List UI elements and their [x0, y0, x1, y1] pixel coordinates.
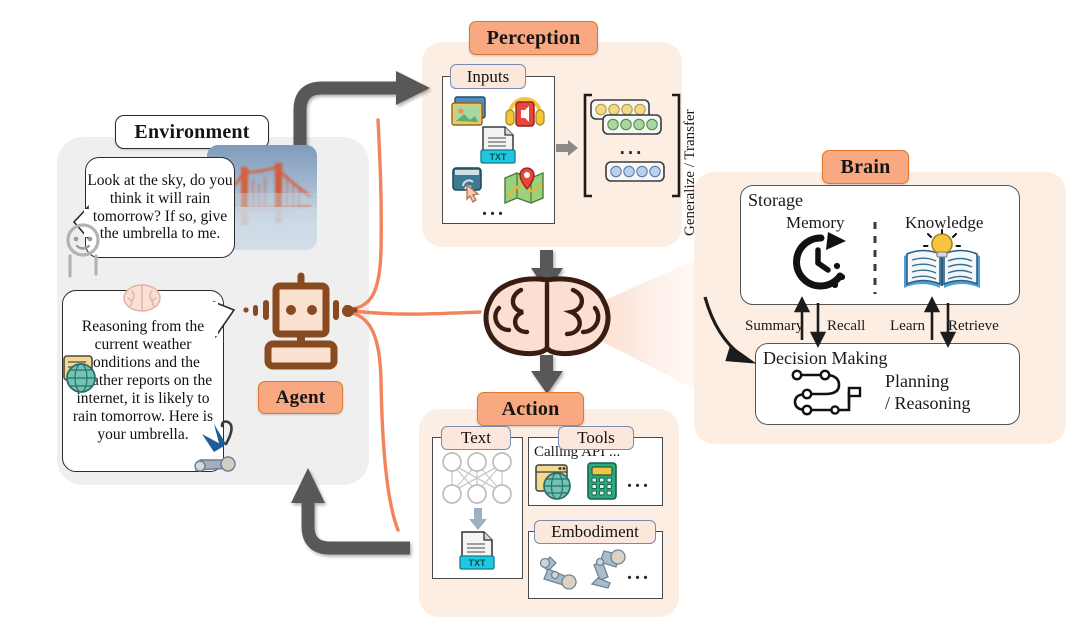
- txt-document-icon: TXT: [480, 126, 516, 164]
- generalize-transfer-label: Generalize / Transfer: [682, 109, 698, 236]
- summary-arrow-label: Summary: [745, 318, 804, 334]
- map-location-icon: [504, 167, 544, 205]
- planning-label: Planning: [885, 371, 950, 391]
- perception-title-badge: Perception: [469, 21, 598, 55]
- svg-text:TXT: TXT: [469, 558, 487, 568]
- text-sublabel: Text: [441, 426, 511, 450]
- embedding-row-2: [605, 161, 665, 182]
- svg-text:...: ...: [620, 138, 645, 159]
- down-arrow-icon: [469, 508, 487, 530]
- audio-headphones-icon: [505, 97, 545, 127]
- calculator-icon: [587, 462, 617, 500]
- robot-arm-icon: [539, 556, 577, 590]
- inputs-ellipsis: ...: [482, 198, 506, 220]
- robot-icon: [243, 272, 358, 370]
- person-icon: [66, 223, 100, 278]
- svg-text:TXT: TXT: [490, 152, 508, 162]
- brain-icon: [123, 284, 161, 312]
- images-icon: [451, 96, 486, 126]
- planning-reasoning-label: Planning / Reasoning: [885, 371, 971, 415]
- winding-path-flag-icon: [791, 369, 862, 416]
- recall-arrow-label: Recall: [827, 318, 866, 334]
- umbrella-robot-arm-icon: [194, 420, 236, 472]
- brain-to-action-arrow: [531, 355, 563, 394]
- globe-news-icon: [63, 355, 96, 393]
- browser-globe-icon: [535, 464, 571, 500]
- brain-title-badge: Brain: [822, 150, 909, 184]
- open-book-lightbulb-icon: [904, 229, 980, 288]
- agent-label-badge: Agent: [258, 381, 343, 414]
- tools-ellipsis: ...: [627, 470, 651, 492]
- tools-sublabel: Tools: [558, 426, 634, 450]
- txt-output-icon: TXT: [459, 531, 495, 570]
- diagram-canvas: Environment Look at the sky, do you thin…: [0, 0, 1080, 629]
- environment-title-badge: Environment: [115, 115, 269, 149]
- right-arrow-icon: [556, 140, 578, 156]
- reasoning-label: / Reasoning: [885, 392, 971, 413]
- robot-arm-icon-2: [590, 549, 626, 589]
- embodiment-sublabel: Embodiment: [534, 520, 656, 544]
- retrieve-arrow-label: Retrieve: [948, 318, 999, 334]
- neural-network-icon: [442, 452, 512, 504]
- learn-arrow-label: Learn: [890, 318, 925, 334]
- embedding-vectors: ...: [583, 93, 681, 198]
- clock-history-icon: [793, 232, 846, 290]
- storage-label: Storage: [748, 190, 803, 210]
- inputs-sublabel: Inputs: [450, 64, 526, 89]
- action-title-badge: Action: [477, 392, 584, 426]
- embodiment-ellipsis: ...: [627, 562, 651, 584]
- decision-making-label: Decision Making: [763, 348, 888, 368]
- agent-bubble-tail: [210, 300, 236, 339]
- storage-divider: [873, 222, 877, 294]
- center-brain-icon: [483, 276, 611, 357]
- embedding-row-1: [602, 114, 662, 135]
- memory-label: Memory: [786, 213, 845, 232]
